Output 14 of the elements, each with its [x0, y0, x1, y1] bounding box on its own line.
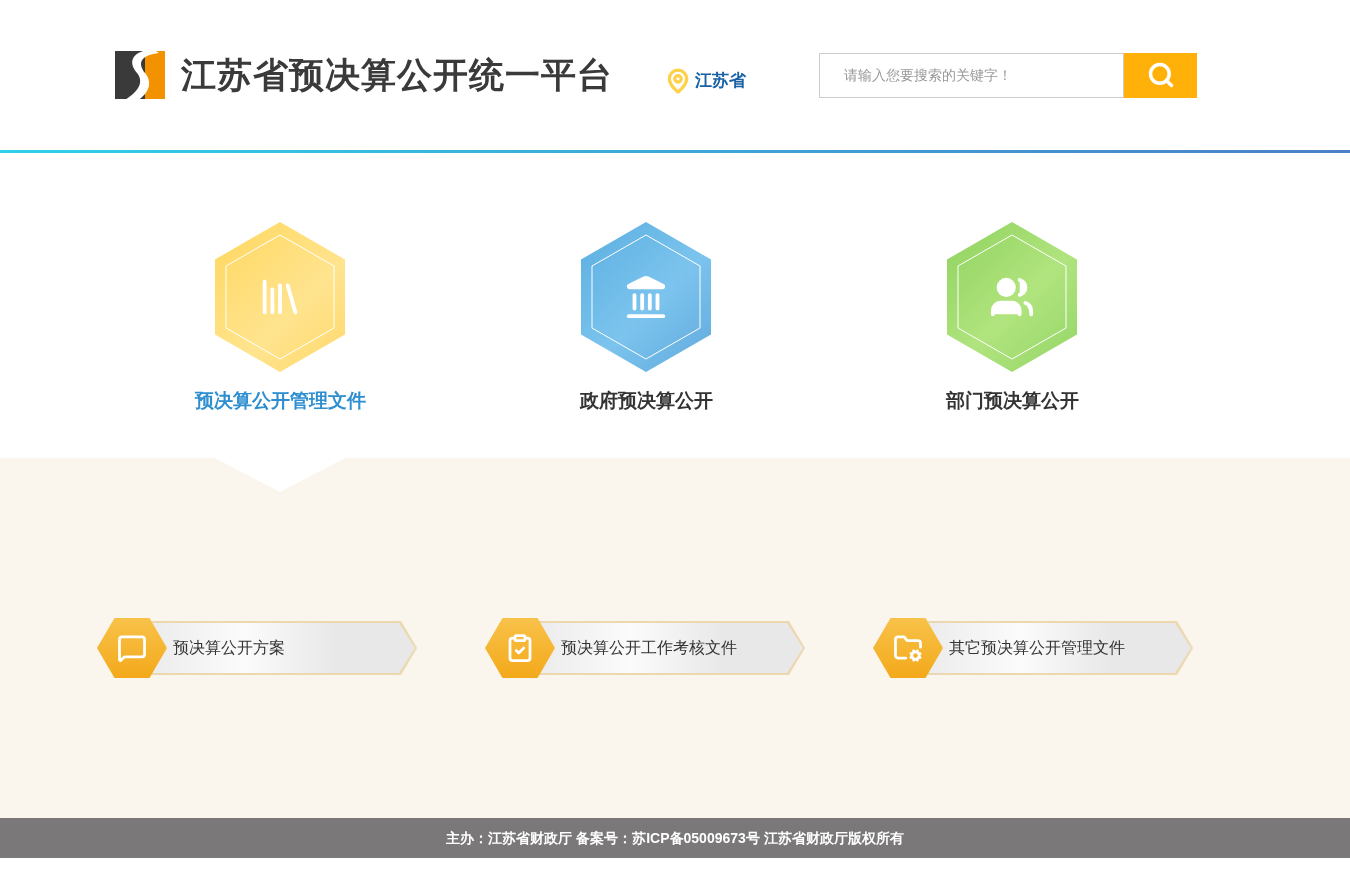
search-field[interactable]: 请输入您要搜索的关键字！ — [819, 52, 1124, 98]
location-pin-icon — [665, 68, 691, 94]
category-tab[interactable]: 预决算公开管理文件 — [194, 387, 366, 416]
search-button[interactable] — [1124, 52, 1197, 98]
file-category-link[interactable]: 预决算公开方案 — [149, 621, 417, 675]
file-category-link[interactable]: 其它预决算公开管理文件 — [925, 621, 1193, 675]
folder-gear-icon — [893, 633, 923, 663]
category-tab[interactable]: 部门预决算公开 — [945, 387, 1079, 416]
footer-text: 主办：江苏省财政厅 备案号：苏ICP备05009673号 江苏省财政厅版权所有 — [446, 828, 904, 848]
site-title: 江苏省预决算公开统一平台 — [181, 53, 613, 96]
category-tab[interactable]: 政府预决算公开 — [579, 387, 713, 416]
file-category-link[interactable]: 预决算公开工作考核文件 — [537, 621, 805, 675]
location-link[interactable]: 江苏省 — [695, 68, 746, 94]
search-icon — [1146, 61, 1175, 89]
